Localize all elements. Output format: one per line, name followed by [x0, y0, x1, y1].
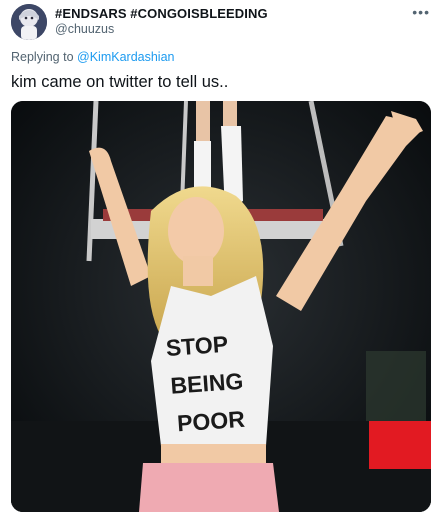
- avatar-image: [11, 4, 47, 40]
- reply-mention-link[interactable]: @KimKardashian: [77, 50, 174, 64]
- reply-prefix: Replying to: [11, 50, 74, 64]
- reply-context: Replying to @KimKardashian: [11, 50, 175, 64]
- shirt-line-3: POOR: [176, 406, 246, 437]
- tweet-text: kim came on twitter to tell us..: [11, 73, 229, 91]
- user-avatar[interactable]: [11, 4, 47, 40]
- tweet-media-photo[interactable]: STOP BEING POOR: [11, 101, 431, 512]
- shirt-line-2: BEING: [170, 368, 244, 399]
- shirt-line-1: STOP: [165, 331, 229, 361]
- display-name[interactable]: #ENDSARS #CONGOISBLEEDING: [55, 6, 268, 21]
- more-icon[interactable]: •••: [412, 4, 430, 20]
- photo-illustration: STOP BEING POOR: [11, 101, 431, 512]
- user-handle[interactable]: @chuuzus: [55, 22, 114, 36]
